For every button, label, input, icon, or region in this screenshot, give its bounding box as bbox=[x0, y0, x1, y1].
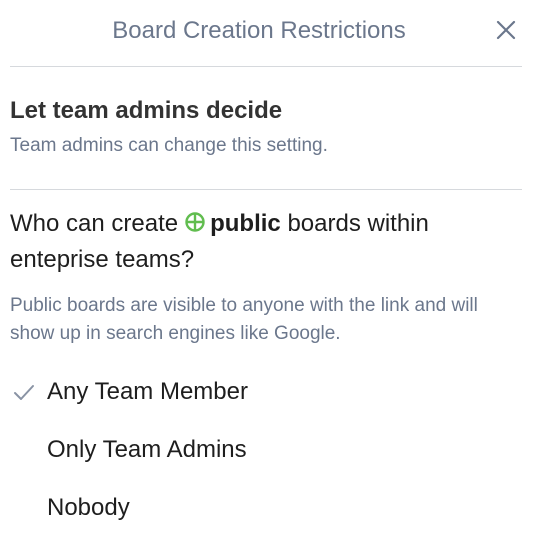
public-boards-note: Public boards are visible to anyone with… bbox=[10, 295, 478, 344]
popover-header: Board Creation Restrictions bbox=[10, 0, 522, 67]
question-prefix: Who can create bbox=[10, 210, 179, 237]
popover-title: Board Creation Restrictions bbox=[112, 17, 406, 44]
public-boards-question: Who can create public boards within entep… bbox=[10, 206, 520, 278]
globe-icon bbox=[184, 208, 206, 232]
choice-any-team-member[interactable]: Any Team Member bbox=[0, 370, 540, 428]
close-icon bbox=[496, 20, 516, 40]
team-admins-decide-title: Let team admins decide bbox=[10, 97, 283, 124]
choice-nobody[interactable]: Nobody bbox=[0, 486, 540, 544]
choice-label: Nobody bbox=[47, 494, 130, 521]
choice-only-team-admins[interactable]: Only Team Admins bbox=[0, 428, 540, 486]
choice-label: Only Team Admins bbox=[47, 436, 247, 463]
question-emphasis: public bbox=[210, 210, 281, 237]
checkmark-icon bbox=[14, 385, 34, 400]
board-creation-restrictions-popover: Board Creation Restrictions Let team adm… bbox=[0, 0, 540, 547]
close-button[interactable] bbox=[492, 16, 520, 44]
creator-choice-list: Any Team Member Only Team Admins Nobody bbox=[0, 370, 540, 544]
choice-label: Any Team Member bbox=[47, 378, 248, 405]
team-admins-decide-description: Team admins can change this setting. bbox=[10, 135, 328, 156]
section-divider bbox=[10, 189, 522, 190]
team-admins-decide-option[interactable]: Let team admins decide Team admins can c… bbox=[10, 95, 522, 159]
